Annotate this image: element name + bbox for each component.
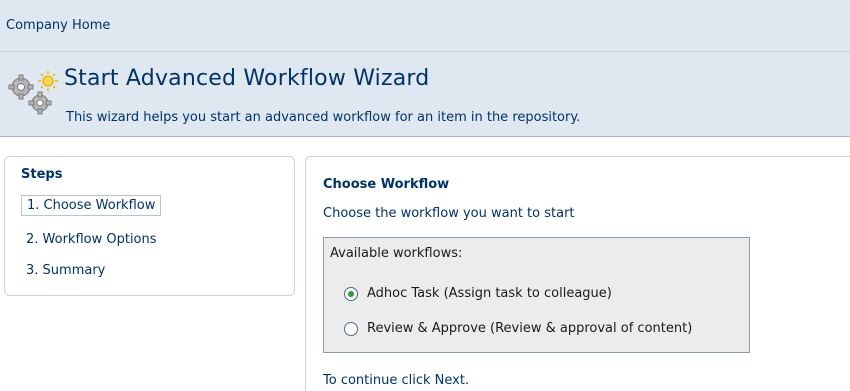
wizard-title: Start Advanced Workflow Wizard <box>64 66 430 91</box>
workflow-list-label: Available workflows: <box>330 246 463 261</box>
content-panel: Choose Workflow Choose the workflow you … <box>305 156 850 391</box>
breadcrumb[interactable]: Company Home <box>6 18 110 33</box>
breadcrumb-bar: Company Home <box>0 0 850 52</box>
workflow-option-label: Adhoc Task (Assign task to colleague) <box>367 286 612 301</box>
continue-instruction: To continue click Next. <box>323 373 470 388</box>
workflow-list: Available workflows: Adhoc Task (Assign … <box>323 237 750 353</box>
wizard-header: Start Advanced Workflow Wizard This wiza… <box>0 52 850 137</box>
workflow-option-label: Review & Approve (Review & approval of c… <box>367 321 693 336</box>
content-description: Choose the workflow you want to start <box>323 206 575 221</box>
step-workflow-options[interactable]: 2. Workflow Options <box>21 230 162 249</box>
content-title: Choose Workflow <box>323 177 450 192</box>
step-summary[interactable]: 3. Summary <box>21 261 110 280</box>
radio-selected-dot <box>348 291 354 297</box>
gear-icon <box>8 71 58 115</box>
step-choose-workflow[interactable]: 1. Choose Workflow <box>21 195 162 216</box>
steps-panel: Steps 1. Choose Workflow 2. Workflow Opt… <box>4 156 295 296</box>
radio-button[interactable] <box>344 322 358 336</box>
wizard-description: This wizard helps you start an advanced … <box>66 110 581 125</box>
steps-title: Steps <box>21 167 63 182</box>
radio-button[interactable] <box>344 287 358 301</box>
